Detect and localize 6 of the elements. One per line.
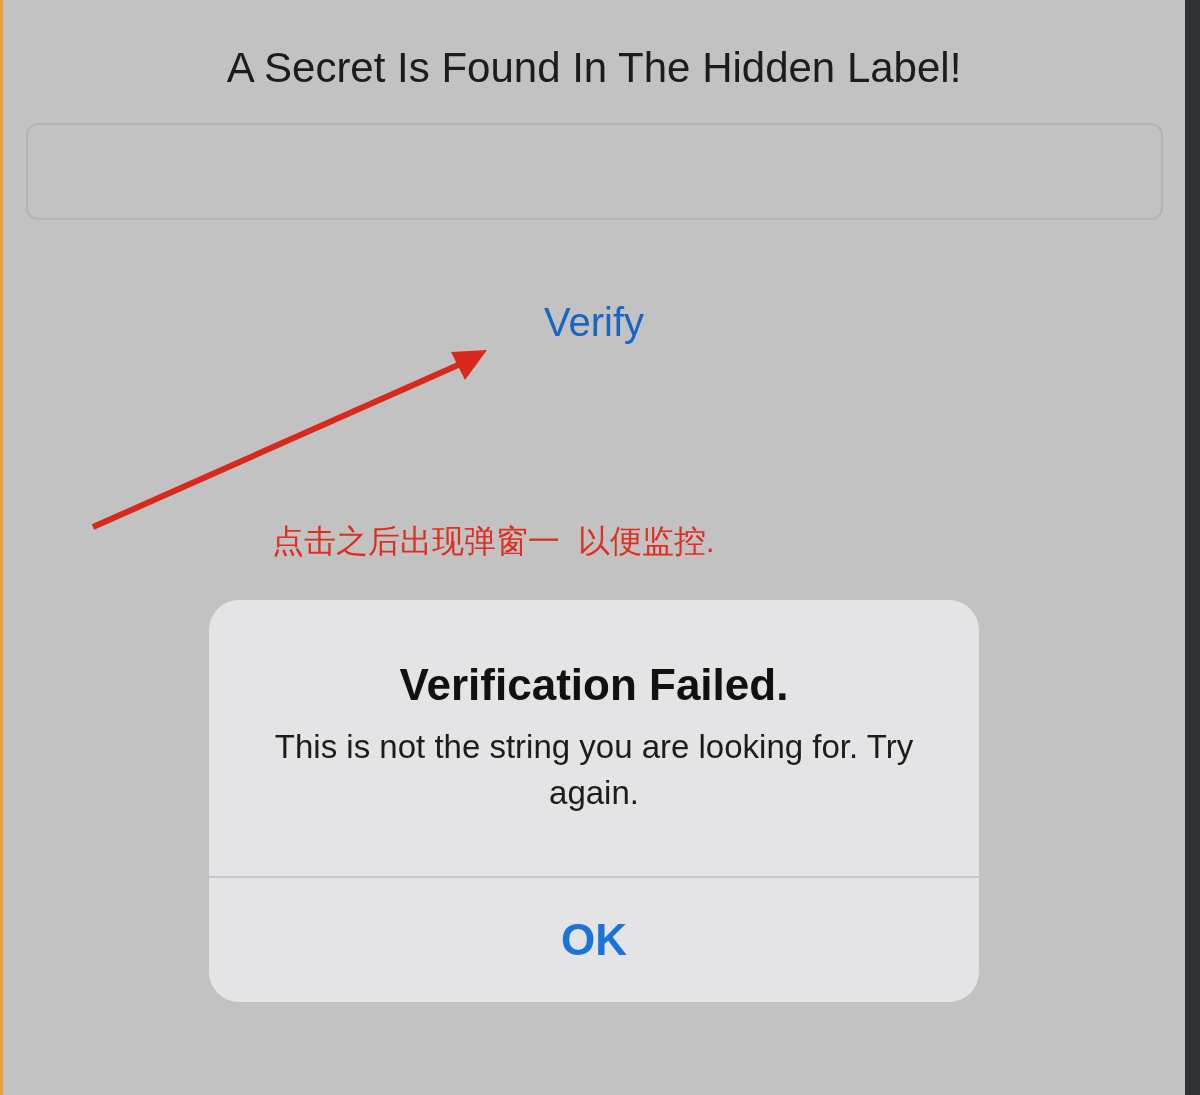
screen-title: A Secret Is Found In The Hidden Label! bbox=[226, 43, 962, 93]
alert-message: This is not the string you are looking for. Try again. bbox=[273, 727, 915, 813]
alert-title: Verification Failed. bbox=[399, 659, 789, 711]
verify-button[interactable]: Verify bbox=[539, 298, 648, 346]
annotation-text: 点击之后出现弹窗一 以便监控. bbox=[272, 523, 715, 559]
ok-button[interactable]: OK bbox=[209, 878, 979, 1002]
